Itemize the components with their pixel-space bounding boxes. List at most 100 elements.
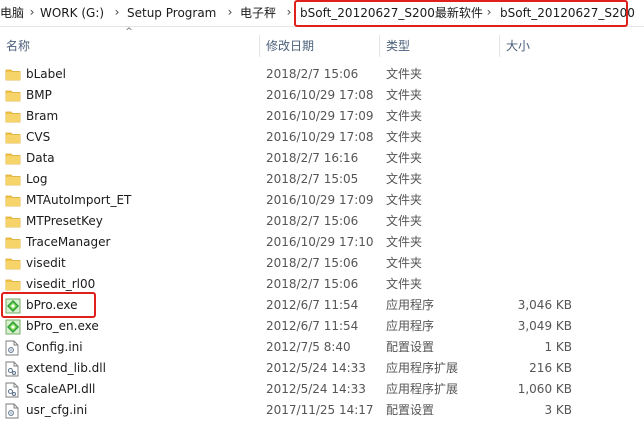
file-row[interactable]: TraceManager 2016/10/29 17:10 文件夹 — [0, 232, 644, 253]
file-type: 文件夹 — [386, 235, 423, 249]
breadcrumb-item-computer[interactable]: 电脑 — [0, 5, 24, 21]
folder-icon — [5, 151, 21, 166]
breadcrumb-item-setup-program[interactable]: Setup Program — [127, 5, 216, 21]
file-type: 文件夹 — [386, 67, 423, 81]
file-size: 1,060 KB — [517, 382, 572, 396]
column-divider[interactable] — [499, 35, 500, 57]
file-date: 2018/2/7 15:05 — [266, 172, 359, 186]
file-date: 2018/2/7 15:06 — [266, 277, 359, 291]
ini-icon — [5, 403, 21, 419]
file-size — [506, 192, 572, 209]
file-row[interactable]: MTAutoImport_ET 2016/10/29 17:09 文件夹 — [0, 190, 644, 211]
column-divider[interactable] — [259, 35, 260, 57]
file-row[interactable]: bPro.exe 2012/6/7 11:54 应用程序 3,046 KB — [0, 295, 644, 316]
file-date: 2016/10/29 17:10 — [266, 235, 374, 249]
file-name: ScaleAPI.dll — [26, 382, 96, 396]
dll-icon — [5, 361, 21, 377]
column-divider[interactable] — [379, 35, 380, 57]
file-name: usr_cfg.ini — [26, 403, 88, 417]
ini-icon — [5, 340, 21, 356]
file-size — [506, 129, 572, 146]
file-date: 2018/2/7 16:16 — [266, 151, 359, 165]
file-size — [506, 255, 572, 272]
folder-icon — [5, 172, 21, 187]
breadcrumb-item-scale[interactable]: 电子秤 — [240, 5, 276, 21]
column-header-size[interactable]: 大小 — [506, 38, 530, 54]
file-row[interactable]: bLabel 2018/2/7 15:06 文件夹 — [0, 64, 644, 85]
file-date: 2012/6/7 11:54 — [266, 319, 359, 333]
file-type: 文件夹 — [386, 172, 423, 186]
file-size — [506, 150, 572, 167]
file-name: MTPresetKey — [26, 214, 103, 228]
file-type: 应用程序 — [386, 298, 435, 312]
file-type: 文件夹 — [386, 109, 423, 123]
file-type: 文件夹 — [386, 151, 423, 165]
file-row[interactable]: MTPresetKey 2018/2/7 15:06 文件夹 — [0, 211, 644, 232]
file-name: bLabel — [26, 67, 66, 81]
folder-icon — [5, 109, 21, 124]
file-type: 文件夹 — [386, 214, 423, 228]
file-name: Config.ini — [26, 340, 83, 354]
breadcrumb-highlight-annotation — [294, 0, 628, 27]
file-size — [506, 87, 572, 104]
breadcrumb-item-drive[interactable]: WORK (G:) — [40, 5, 104, 21]
file-date: 2012/5/24 14:33 — [266, 361, 366, 375]
file-size: 3 KB — [544, 403, 572, 417]
file-type: 文件夹 — [386, 88, 423, 102]
file-type: 应用程序扩展 — [386, 382, 459, 396]
column-header-name[interactable]: 名称 — [6, 38, 30, 54]
file-type: 文件夹 — [386, 130, 423, 144]
file-row[interactable]: visedit 2018/2/7 15:06 文件夹 — [0, 253, 644, 274]
file-row[interactable]: ScaleAPI.dll 2012/5/24 14:33 应用程序扩展 1,060 K… — [0, 379, 644, 400]
column-header-type[interactable]: 类型 — [386, 38, 410, 54]
file-row[interactable]: Data 2018/2/7 16:16 文件夹 — [0, 148, 644, 169]
folder-icon — [5, 193, 21, 208]
file-date: 2016/10/29 17:08 — [266, 88, 374, 102]
file-date: 2012/6/7 11:54 — [266, 298, 359, 312]
file-type: 文件夹 — [386, 277, 423, 291]
chevron-right-icon[interactable]: › — [112, 4, 122, 20]
file-name: visedit — [26, 256, 66, 270]
folder-icon — [5, 214, 21, 229]
chevron-right-icon[interactable]: › — [27, 4, 37, 20]
file-row[interactable]: extend_lib.dll 2012/5/24 14:33 应用程序扩展 216 K… — [0, 358, 644, 379]
file-row[interactable]: visedit_rl00 2018/2/7 15:06 文件夹 — [0, 274, 644, 295]
file-date: 2018/2/7 15:06 — [266, 214, 359, 228]
file-date: 2016/10/29 17:09 — [266, 193, 374, 207]
exe-icon — [5, 319, 21, 335]
file-type: 应用程序扩展 — [386, 361, 459, 375]
file-row[interactable]: bPro_en.exe 2012/6/7 11:54 应用程序 3,049 KB — [0, 316, 644, 337]
chevron-right-icon[interactable]: › — [284, 4, 294, 20]
file-row[interactable]: Config.ini 2012/7/5 8:40 配置设置 1 KB — [0, 337, 644, 358]
file-date: 2016/10/29 17:09 — [266, 109, 374, 123]
folder-icon — [5, 256, 21, 271]
file-date: 2018/2/7 15:06 — [266, 67, 359, 81]
file-row[interactable]: usr_cfg.ini 2017/11/25 14:17 配置设置 3 KB — [0, 400, 644, 421]
file-date: 2017/11/25 14:17 — [266, 403, 374, 417]
file-name: extend_lib.dll — [26, 361, 106, 375]
file-row[interactable]: BMP 2016/10/29 17:08 文件夹 — [0, 85, 644, 106]
folder-icon — [5, 235, 21, 250]
file-size — [506, 234, 572, 251]
file-name: TraceManager — [26, 235, 111, 249]
file-date: 2018/2/7 15:06 — [266, 256, 359, 270]
file-date: 2012/5/24 14:33 — [266, 382, 366, 396]
file-date: 2016/10/29 17:08 — [266, 130, 374, 144]
file-size: 1 KB — [544, 340, 572, 354]
file-name: Log — [26, 172, 48, 186]
file-size: 3,049 KB — [517, 319, 572, 333]
file-row[interactable]: Log 2018/2/7 15:05 文件夹 — [0, 169, 644, 190]
file-size — [506, 213, 572, 230]
file-name: Data — [26, 151, 55, 165]
file-size: 3,046 KB — [517, 298, 572, 312]
file-row[interactable]: Bram 2016/10/29 17:09 文件夹 — [0, 106, 644, 127]
file-name: bPro_en.exe — [26, 319, 99, 333]
dll-icon — [5, 382, 21, 398]
file-name: Bram — [26, 109, 59, 123]
file-row[interactable]: CVS 2016/10/29 17:08 文件夹 — [0, 127, 644, 148]
column-header-date[interactable]: 修改日期 — [266, 38, 314, 54]
file-name: MTAutoImport_ET — [26, 193, 132, 207]
file-size — [506, 171, 572, 188]
chevron-right-icon[interactable]: › — [225, 4, 235, 20]
file-type: 配置设置 — [386, 403, 435, 417]
